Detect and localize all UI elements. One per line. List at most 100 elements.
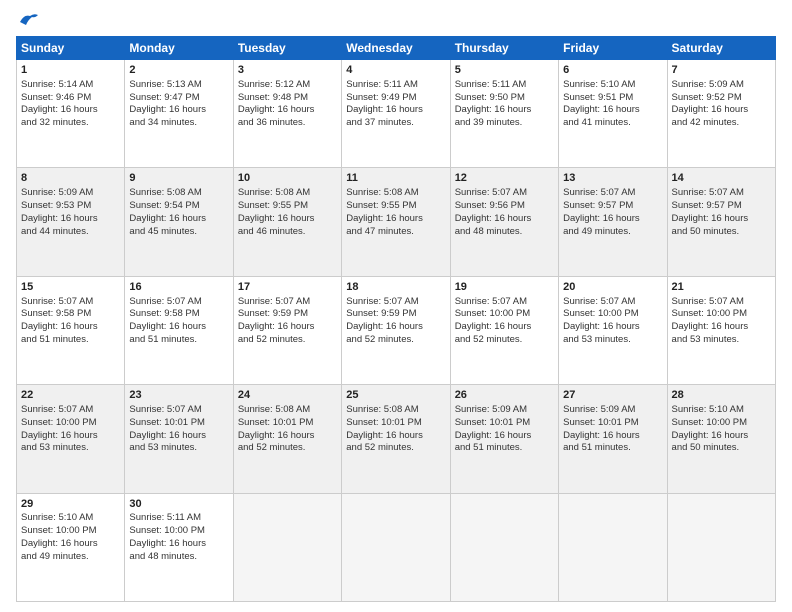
logo [16,12,40,28]
day-info-line: Sunrise: 5:12 AM [238,79,337,92]
day-info-line: and 52 minutes. [346,442,445,455]
day-number: 23 [129,388,228,403]
day-info-line: and 48 minutes. [129,551,228,564]
day-info-line: Sunrise: 5:07 AM [672,296,771,309]
day-info-line: Sunrise: 5:07 AM [563,187,662,200]
day-number: 21 [672,280,771,295]
day-info-line: Daylight: 16 hours [21,213,120,226]
day-info-line: Daylight: 16 hours [238,321,337,334]
calendar-cell: 12Sunrise: 5:07 AMSunset: 9:56 PMDayligh… [450,168,558,276]
day-info-line: and 51 minutes. [129,334,228,347]
day-info-line: Sunset: 10:01 PM [563,417,662,430]
calendar-cell: 3Sunrise: 5:12 AMSunset: 9:48 PMDaylight… [233,60,341,168]
day-info-line: Daylight: 16 hours [455,321,554,334]
day-info-line: Sunrise: 5:07 AM [129,296,228,309]
day-number: 28 [672,388,771,403]
day-info-line: Sunrise: 5:07 AM [129,404,228,417]
day-info-line: and 48 minutes. [455,226,554,239]
day-info-line: and 53 minutes. [672,334,771,347]
day-info-line: Sunset: 9:48 PM [238,92,337,105]
day-info-line: Daylight: 16 hours [563,430,662,443]
day-header-tuesday: Tuesday [233,37,341,60]
calendar-row-3: 15Sunrise: 5:07 AMSunset: 9:58 PMDayligh… [17,276,776,384]
day-info-line: Daylight: 16 hours [129,213,228,226]
day-header-saturday: Saturday [667,37,775,60]
day-info-line: Sunrise: 5:09 AM [455,404,554,417]
day-info-line: and 39 minutes. [455,117,554,130]
calendar-cell: 23Sunrise: 5:07 AMSunset: 10:01 PMDaylig… [125,385,233,493]
day-info-line: Sunrise: 5:07 AM [21,296,120,309]
day-number: 16 [129,280,228,295]
day-info-line: and 52 minutes. [346,334,445,347]
day-header-sunday: Sunday [17,37,125,60]
day-number: 20 [563,280,662,295]
calendar-cell: 20Sunrise: 5:07 AMSunset: 10:00 PMDaylig… [559,276,667,384]
calendar-cell: 28Sunrise: 5:10 AMSunset: 10:00 PMDaylig… [667,385,775,493]
day-info-line: Sunrise: 5:07 AM [672,187,771,200]
calendar-cell: 16Sunrise: 5:07 AMSunset: 9:58 PMDayligh… [125,276,233,384]
day-info-line: Daylight: 16 hours [21,430,120,443]
day-number: 30 [129,497,228,512]
calendar-cell: 27Sunrise: 5:09 AMSunset: 10:01 PMDaylig… [559,385,667,493]
day-info-line: Daylight: 16 hours [129,321,228,334]
day-number: 5 [455,63,554,78]
day-info-line: and 45 minutes. [129,226,228,239]
day-info-line: and 49 minutes. [21,551,120,564]
day-number: 12 [455,171,554,186]
day-info-line: Sunrise: 5:10 AM [563,79,662,92]
day-number: 7 [672,63,771,78]
calendar-cell: 7Sunrise: 5:09 AMSunset: 9:52 PMDaylight… [667,60,775,168]
day-info-line: Daylight: 16 hours [21,321,120,334]
day-info-line: and 50 minutes. [672,226,771,239]
day-info-line: Daylight: 16 hours [238,104,337,117]
day-info-line: and 51 minutes. [21,334,120,347]
day-info-line: Sunrise: 5:08 AM [129,187,228,200]
day-number: 24 [238,388,337,403]
day-header-wednesday: Wednesday [342,37,450,60]
day-info-line: Daylight: 16 hours [129,104,228,117]
day-info-line: Sunrise: 5:08 AM [238,187,337,200]
day-info-line: Sunset: 9:56 PM [455,200,554,213]
day-info-line: Sunset: 9:59 PM [346,308,445,321]
day-number: 29 [21,497,120,512]
day-info-line: Sunrise: 5:07 AM [563,296,662,309]
calendar-cell: 11Sunrise: 5:08 AMSunset: 9:55 PMDayligh… [342,168,450,276]
day-info-line: and 34 minutes. [129,117,228,130]
day-info-line: Sunset: 10:01 PM [238,417,337,430]
day-info-line: Daylight: 16 hours [346,104,445,117]
day-info-line: and 52 minutes. [238,334,337,347]
day-info-line: Sunset: 9:49 PM [346,92,445,105]
day-info-line: Sunrise: 5:07 AM [455,187,554,200]
calendar-cell: 15Sunrise: 5:07 AMSunset: 9:58 PMDayligh… [17,276,125,384]
day-info-line: Sunset: 9:57 PM [563,200,662,213]
day-info-line: Sunrise: 5:09 AM [672,79,771,92]
day-header-thursday: Thursday [450,37,558,60]
day-info-line: and 53 minutes. [129,442,228,455]
day-number: 19 [455,280,554,295]
day-number: 4 [346,63,445,78]
day-info-line: Sunset: 9:50 PM [455,92,554,105]
day-number: 9 [129,171,228,186]
day-info-line: Sunset: 10:00 PM [21,525,120,538]
day-info-line: and 50 minutes. [672,442,771,455]
day-info-line: and 51 minutes. [563,442,662,455]
day-number: 18 [346,280,445,295]
day-info-line: Sunset: 9:52 PM [672,92,771,105]
day-info-line: Sunrise: 5:10 AM [21,512,120,525]
day-info-line: and 37 minutes. [346,117,445,130]
day-info-line: and 49 minutes. [563,226,662,239]
day-header-friday: Friday [559,37,667,60]
day-number: 14 [672,171,771,186]
day-info-line: Daylight: 16 hours [563,321,662,334]
header-row: SundayMondayTuesdayWednesdayThursdayFrid… [17,37,776,60]
calendar-cell: 8Sunrise: 5:09 AMSunset: 9:53 PMDaylight… [17,168,125,276]
day-info-line: and 53 minutes. [563,334,662,347]
day-info-line: Sunset: 9:58 PM [129,308,228,321]
day-info-line: Sunset: 10:01 PM [455,417,554,430]
day-info-line: Sunrise: 5:07 AM [455,296,554,309]
logo-bird-icon [18,12,40,28]
day-info-line: Sunset: 10:01 PM [346,417,445,430]
calendar-cell: 19Sunrise: 5:07 AMSunset: 10:00 PMDaylig… [450,276,558,384]
day-info-line: Daylight: 16 hours [238,213,337,226]
day-number: 2 [129,63,228,78]
